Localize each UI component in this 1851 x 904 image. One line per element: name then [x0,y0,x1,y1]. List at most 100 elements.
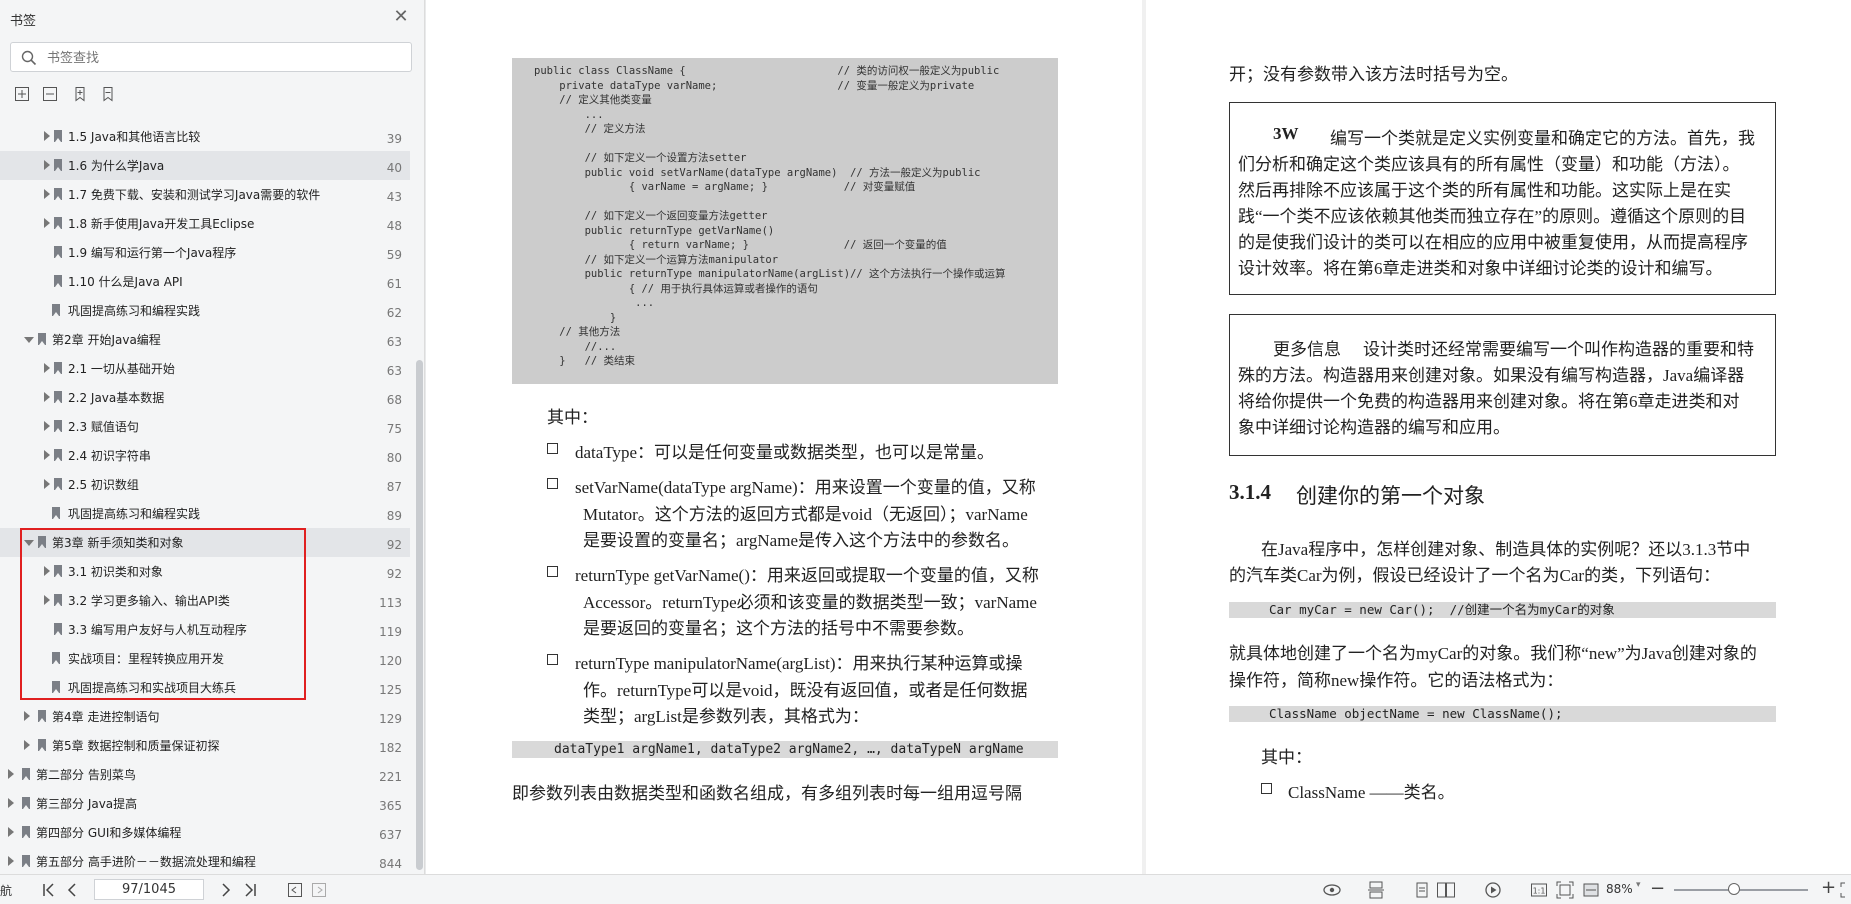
bookmark-item[interactable]: 第二部分 告别菜鸟 221 [0,760,410,789]
single-page-icon[interactable] [1414,881,1430,899]
bookmark-label: 2.2 Java基本数据 [68,391,165,405]
code-line: private dataType varName; // 变量一般定义为priv… [534,79,975,92]
note-text: 们分析和确定这个类应该具有的所有属性（变量）和功能（方法）。 [1238,155,1740,174]
bookmark-item[interactable]: 1.6 为什么学Java 40 [0,151,410,180]
previous-page-icon[interactable] [66,881,78,899]
bullet-box [547,654,558,665]
bookmark-item[interactable]: 实战项目：里程转换应用开发 120 [0,644,410,673]
zoom-dropdown-icon[interactable]: ▾ [1636,880,1641,898]
expand-arrow-icon[interactable] [44,189,50,199]
expand-arrow-icon[interactable] [44,131,50,141]
close-icon[interactable]: ✕ [392,8,410,26]
paragraph-text: 在Java程序中，怎样创建对象、制造具体的实例呢？还以3.1.3节中 [1261,540,1751,559]
bookmark-item[interactable]: 2.2 Java基本数据 68 [0,383,410,412]
collapse-arrow-icon[interactable] [24,540,34,546]
note-heading: 3W [1273,124,1299,143]
expand-arrow-icon[interactable] [8,827,14,837]
zoom-out-icon[interactable]: − [1650,878,1665,899]
bookmark-item[interactable]: 3.3 编写用户友好与人机互动程序 119 [0,615,410,644]
expand-arrow-icon[interactable] [8,769,14,779]
add-bookmark-icon[interactable] [72,86,88,102]
bookmark-page-number: 120 [379,654,402,668]
sidebar-scrollbar[interactable] [416,360,423,870]
bookmark-item[interactable]: 巩固提高练习和编程实践 62 [0,296,410,325]
bookmark-icon [54,362,62,374]
expand-all-icon[interactable] [14,86,30,102]
paragraph-text: 作。returnType可以是void，既没有返回值，或者是任何数据 [583,681,1028,700]
zoom-in-icon[interactable]: + [1821,877,1836,898]
code-line: } [534,311,617,324]
bookmark-item[interactable]: 巩固提高练习和实战项目大练兵 125 [0,673,410,702]
bookmark-item[interactable]: 第3章 新手须知类和对象 92 [0,528,410,557]
bookmark-item[interactable]: 2.5 初识数组 87 [0,470,410,499]
forward-icon[interactable] [311,881,327,899]
expand-arrow-icon[interactable] [44,160,50,170]
eye-protection-icon[interactable] [1322,881,1342,899]
bookmark-item[interactable]: 1.5 Java和其他语言比较 39 [0,122,410,151]
bookmark-item[interactable]: 巩固提高练习和编程实践 89 [0,499,410,528]
bookmark-item[interactable]: 第2章 开始Java编程 63 [0,325,410,354]
section-number: 3.1.4 [1229,480,1271,504]
bookmark-icon [54,565,62,577]
expand-arrow-icon[interactable] [44,450,50,460]
nav-label: 航 [0,884,13,898]
expand-arrow-icon[interactable] [44,479,50,489]
zoom-level[interactable]: 88% [1606,882,1633,900]
search-icon [21,50,37,66]
collapse-all-icon[interactable] [42,86,58,102]
expand-arrow-icon[interactable] [24,740,30,750]
bookmark-page-number: 68 [386,393,402,407]
bookmark-item[interactable]: 第四部分 GUI和多媒体编程 637 [0,818,410,847]
expand-arrow-icon[interactable] [44,566,50,576]
autoplay-icon[interactable] [1484,881,1502,899]
bookmark-item[interactable]: 第4章 走进控制语句 129 [0,702,410,731]
page-number-input[interactable]: 97/1045 [94,879,204,900]
bookmark-item[interactable]: 第三部分 Java提高 365 [0,789,410,818]
first-page-icon[interactable] [42,881,56,899]
expand-arrow-icon[interactable] [44,392,50,402]
bookmark-icon [54,420,62,432]
remove-bookmark-icon[interactable] [100,86,116,102]
code-line: } // 类结束 [534,355,636,367]
last-page-icon[interactable] [243,881,257,899]
bookmark-search-box[interactable] [10,42,412,72]
bookmark-search-input[interactable] [45,46,399,70]
fit-width-icon[interactable] [1582,881,1600,899]
expand-arrow-icon[interactable] [8,856,14,866]
expand-arrow-icon[interactable] [8,798,14,808]
zoom-slider-handle[interactable] [1728,883,1740,895]
bookmark-label: 第五部分 高手进阶－－数据流处理和编程 [36,855,256,869]
bookmark-item[interactable]: 1.10 什么是Java API 61 [0,267,410,296]
bookmark-item[interactable]: 1.9 编写和运行第一个Java程序 59 [0,238,410,267]
collapse-arrow-icon[interactable] [24,337,34,343]
bookmark-item[interactable]: 2.4 初识字符串 80 [0,441,410,470]
continuous-scroll-icon[interactable] [1367,881,1385,899]
bookmark-icon [38,739,46,751]
code-line: // 如下定义一个返回变量方法getter [534,210,768,222]
expand-arrow-icon[interactable] [24,711,30,721]
bookmark-item[interactable]: 第五部分 高手进阶－－数据流处理和编程 844 [0,847,410,874]
bookmark-page-number: 40 [386,161,402,175]
expand-arrow-icon[interactable] [44,218,50,228]
actual-size-icon[interactable]: 1:1 [1530,881,1548,899]
back-icon[interactable] [287,881,303,899]
expand-arrow-icon[interactable] [44,595,50,605]
bookmark-item[interactable]: 1.7 免费下载、安装和测试学习Java需要的软件 43 [0,180,410,209]
bookmark-item[interactable]: 3.2 学习更多输入、输出API类 113 [0,586,410,615]
expand-arrow-icon[interactable] [44,421,50,431]
double-page-icon[interactable] [1436,881,1456,899]
bookmark-label: 1.5 Java和其他语言比较 [68,130,201,144]
next-page-icon[interactable] [220,881,232,899]
bookmark-item[interactable]: 2.3 赋值语句 75 [0,412,410,441]
zoom-slider-track[interactable] [1674,889,1808,891]
bookmark-item[interactable]: 3.1 初识类和对象 92 [0,557,410,586]
bookmark-item[interactable]: 第5章 数据控制和质量保证初探 182 [0,731,410,760]
expand-arrow-icon[interactable] [44,363,50,373]
fullscreen-icon[interactable] [1840,881,1851,899]
bookmark-label: 第4章 走进控制语句 [52,710,160,724]
bookmark-page-number: 119 [379,625,402,639]
bookmark-item[interactable]: 2.1 一切从基础开始 63 [0,354,410,383]
bookmark-item[interactable]: 1.8 新手使用Java开发工具Eclipse 48 [0,209,410,238]
fit-page-icon[interactable] [1556,881,1574,899]
code-line: public returnType getVarName() [534,224,775,237]
